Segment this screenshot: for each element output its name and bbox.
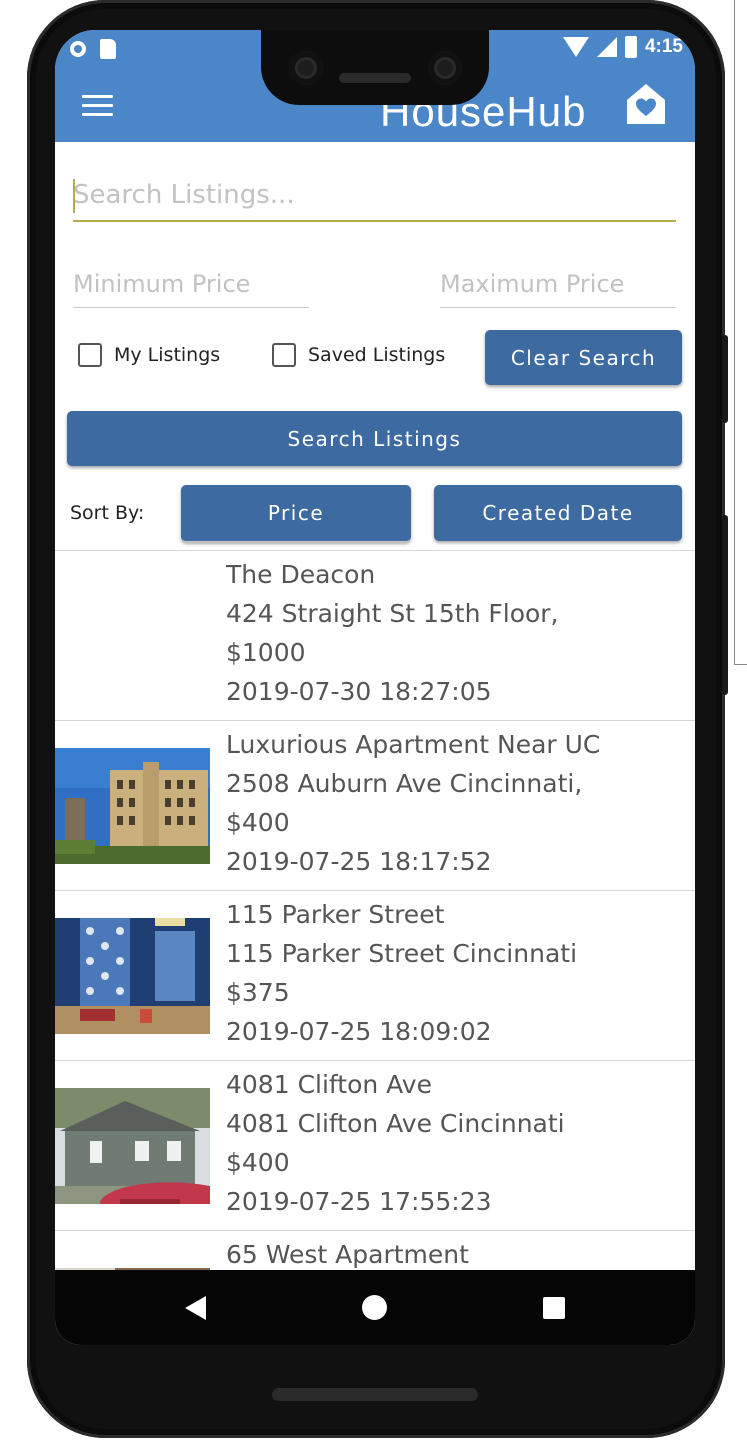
earpiece-speaker: [339, 73, 411, 83]
sort-price-button[interactable]: Price: [181, 485, 411, 542]
system-nav-bar: [55, 1270, 695, 1345]
notification-circle-icon: [70, 41, 86, 57]
bathroom-image: [55, 918, 210, 1034]
status-bar-right: 4:15: [562, 36, 683, 58]
listing-price: $375: [226, 978, 290, 1007]
max-price-input[interactable]: [440, 260, 676, 307]
listing-price: $400: [226, 1148, 290, 1177]
text-caret: [73, 179, 75, 213]
camera-notch: [261, 30, 489, 105]
listing-address: 4081 Clifton Ave Cincinnati: [226, 1109, 565, 1138]
listing-row[interactable]: The Deacon 424 Straight St 15th Floor, $…: [55, 550, 695, 720]
checkbox-icon[interactable]: [78, 343, 102, 367]
min-price-input[interactable]: [73, 260, 309, 307]
battery-icon: [624, 36, 637, 58]
front-camera-icon: [428, 51, 462, 85]
listing-address: 115 Parker Street Cincinnati: [226, 939, 578, 968]
listing-text: Luxurious Apartment Near UC 2508 Auburn …: [226, 725, 600, 881]
power-button: [722, 335, 728, 423]
listing-list: The Deacon 424 Straight St 15th Floor, $…: [55, 550, 695, 1345]
recents-icon[interactable]: [543, 1297, 565, 1319]
listing-date: 2019-07-25 18:09:02: [226, 1017, 492, 1046]
listing-name: Luxurious Apartment Near UC: [226, 730, 601, 759]
my-listings-label: My Listings: [114, 344, 221, 366]
min-price-field-wrapper: [73, 260, 309, 308]
listing-row[interactable]: 115 Parker Street 115 Parker Street Cinc…: [55, 890, 695, 1060]
sd-card-icon: [100, 39, 116, 59]
listing-name: 65 West Apartment: [226, 1240, 469, 1269]
listing-thumbnail: [55, 1088, 210, 1204]
listing-text: 65 West Apartment: [226, 1235, 469, 1274]
canvas-edge-line: [734, 0, 735, 665]
signal-icon: [596, 37, 617, 57]
saved-listings-label: Saved Listings: [308, 344, 446, 366]
listing-name: 115 Parker Street: [226, 900, 445, 929]
wifi-icon: [562, 37, 589, 57]
listing-date: 2019-07-30 18:27:05: [226, 677, 492, 706]
volume-button: [722, 515, 728, 695]
clear-search-button[interactable]: Clear Search: [485, 330, 682, 385]
front-camera-icon: [289, 51, 323, 85]
sort-created-date-button[interactable]: Created Date: [434, 485, 682, 541]
checkbox-icon[interactable]: [272, 343, 296, 367]
saved-listings-checkbox[interactable]: Saved Listings: [272, 343, 445, 367]
listing-text: The Deacon 424 Straight St 15th Floor, $…: [226, 555, 559, 711]
listing-price: $1000: [226, 638, 306, 667]
listing-address: 424 Straight St 15th Floor,: [226, 599, 559, 628]
listing-thumbnail: [55, 748, 210, 864]
listing-date: 2019-07-25 17:55:23: [226, 1187, 492, 1216]
listing-name: The Deacon: [226, 560, 376, 589]
search-input[interactable]: [73, 170, 676, 220]
screen: 4:15 HouseHub My Listings Saved Listings: [55, 30, 695, 1345]
home-icon[interactable]: [362, 1295, 387, 1320]
listing-price: $400: [226, 808, 290, 837]
app-bar: 4:15 HouseHub: [55, 30, 695, 142]
search-listings-button[interactable]: Search Listings: [67, 411, 682, 466]
listing-row[interactable]: 4081 Clifton Ave 4081 Clifton Ave Cincin…: [55, 1060, 695, 1230]
listing-text: 115 Parker Street 115 Parker Street Cinc…: [226, 895, 577, 1051]
gray-house-image: [55, 1088, 210, 1204]
house-heart-icon: [627, 84, 665, 124]
status-time: 4:15: [644, 36, 683, 57]
my-listings-checkbox[interactable]: My Listings: [78, 343, 220, 367]
listing-name: 4081 Clifton Ave: [226, 1070, 432, 1099]
brick-apartment-image: [55, 748, 210, 864]
hamburger-menu-icon[interactable]: [82, 95, 113, 117]
status-bar-left: [70, 39, 116, 59]
search-field-wrapper: [73, 170, 676, 222]
listing-row[interactable]: Luxurious Apartment Near UC 2508 Auburn …: [55, 720, 695, 890]
canvas-edge-line: [734, 664, 747, 665]
listing-text: 4081 Clifton Ave 4081 Clifton Ave Cincin…: [226, 1065, 565, 1221]
sort-by-label: Sort By:: [70, 502, 145, 524]
listing-date: 2019-07-25 18:17:52: [226, 847, 492, 876]
listing-address: 2508 Auburn Ave Cincinnati,: [226, 769, 583, 798]
listing-thumbnail: [55, 918, 210, 1034]
bottom-speaker: [272, 1388, 478, 1401]
back-icon[interactable]: [185, 1296, 206, 1320]
max-price-field-wrapper: [440, 260, 676, 308]
